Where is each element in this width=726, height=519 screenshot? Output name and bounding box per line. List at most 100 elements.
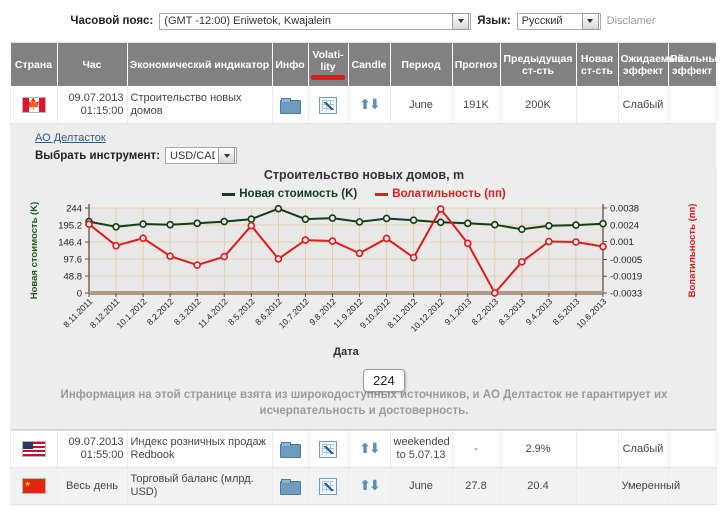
cell-volatility[interactable] bbox=[307, 467, 349, 505]
cell-candle[interactable]: ⬆⬇ bbox=[347, 431, 391, 468]
flag-canada-icon: 🍁 bbox=[21, 97, 46, 113]
col-country[interactable]: Страна bbox=[9, 42, 58, 87]
cell-time: 09.07.2013 01:15:00 bbox=[56, 86, 128, 124]
language-select[interactable]: Русский bbox=[516, 12, 601, 30]
table-row[interactable]: 🍁 09.07.2013 01:15:00 Строительство новы… bbox=[9, 86, 717, 124]
col-volatility[interactable]: Volati- lity bbox=[307, 42, 349, 87]
svg-text:8.2.2012: 8.2.2012 bbox=[145, 296, 176, 327]
cell-forecast: 27.8 bbox=[451, 467, 501, 505]
svg-text:195.2: 195.2 bbox=[58, 221, 82, 232]
folder-icon[interactable] bbox=[280, 441, 301, 458]
cell-country bbox=[9, 431, 58, 468]
cell-expected-effect: Слабый bbox=[617, 86, 669, 124]
instrument-select-value: USD/CAD bbox=[170, 149, 216, 162]
svg-text:0.0024: 0.0024 bbox=[610, 220, 639, 231]
col-period[interactable]: Период bbox=[389, 42, 453, 87]
bottom-gap bbox=[0, 505, 726, 511]
col-expected-effect[interactable]: Ожидаемый эффект bbox=[617, 42, 684, 87]
chart-icon[interactable] bbox=[319, 477, 337, 495]
svg-text:-0.0005: -0.0005 bbox=[610, 255, 642, 266]
col-forecast[interactable]: Прогноз bbox=[451, 42, 501, 87]
disclamer-link[interactable]: Disclamer bbox=[607, 15, 656, 27]
svg-text:Новая стоимость (K): Новая стоимость (K) bbox=[29, 202, 40, 299]
svg-text:-0.0019: -0.0019 bbox=[610, 272, 642, 283]
period-line2: to 5.07.13 bbox=[396, 449, 446, 461]
flag-china-icon: ★ bbox=[21, 478, 46, 494]
instrument-select[interactable]: USD/CAD bbox=[165, 147, 238, 164]
cell-forecast: - bbox=[451, 431, 501, 468]
folder-icon[interactable] bbox=[280, 478, 301, 495]
cell-indicator: Строительство новых домов bbox=[126, 86, 273, 124]
svg-text:9.4.2013: 9.4.2013 bbox=[524, 296, 555, 327]
svg-text:10.6.2013: 10.6.2013 bbox=[574, 296, 608, 330]
chevron-down-icon[interactable] bbox=[218, 147, 236, 164]
up-down-arrows-icon[interactable]: ⬆⬇ bbox=[359, 441, 381, 455]
economic-calendar-table: Страна Час Экономический индикатор Инфо … bbox=[9, 42, 724, 124]
folder-icon[interactable] bbox=[280, 97, 301, 114]
col-real-effect[interactable]: Реальный эффект bbox=[667, 42, 724, 87]
col-volatility-line1: Volati- bbox=[312, 49, 344, 61]
svg-text:8.2.2013: 8.2.2013 bbox=[469, 296, 500, 327]
cell-info[interactable] bbox=[271, 467, 309, 505]
col-time[interactable]: Час bbox=[56, 42, 128, 87]
chevron-down-icon[interactable] bbox=[452, 12, 470, 30]
cell-period: June bbox=[389, 467, 453, 505]
chevron-down-icon[interactable] bbox=[581, 12, 599, 30]
cell-real-effect bbox=[667, 86, 717, 124]
instrument-row: Выбрать инструмент: USD/CAD bbox=[35, 147, 715, 164]
cell-time: 09.07.2013 01:55:00 bbox=[56, 431, 128, 468]
table-header-row: Страна Час Экономический индикатор Инфо … bbox=[9, 42, 724, 87]
time-clock: 01:55:00 bbox=[80, 449, 124, 461]
cell-forecast: 191K bbox=[451, 86, 501, 124]
col-candle[interactable]: Candle bbox=[347, 42, 391, 87]
cell-info[interactable] bbox=[271, 431, 309, 468]
expanded-detail-panel: АО Делтасток Выбрать инструмент: USD/CAD… bbox=[10, 124, 717, 431]
svg-text:0.0038: 0.0038 bbox=[610, 204, 639, 215]
cell-expected-effect: Слабый bbox=[617, 431, 669, 468]
period-line1: weekended bbox=[393, 436, 450, 448]
cell-new-value bbox=[575, 431, 619, 468]
svg-text:8.3.2013: 8.3.2013 bbox=[497, 296, 528, 327]
svg-text:244: 244 bbox=[66, 204, 82, 215]
svg-text:8.5.2012: 8.5.2012 bbox=[226, 296, 257, 327]
svg-text:9.1.2013: 9.1.2013 bbox=[442, 296, 473, 327]
chart-icon[interactable] bbox=[319, 96, 337, 114]
time-clock: 01:15:00 bbox=[80, 105, 124, 117]
economic-calendar-table-continued: 09.07.2013 01:55:00 Индекс розничных про… bbox=[9, 431, 717, 505]
timezone-select-value: (GMT -12:00) Eniwetok, Kwajalein bbox=[164, 15, 331, 27]
cell-real-effect bbox=[667, 431, 717, 468]
svg-text:10.7.2012: 10.7.2012 bbox=[277, 296, 311, 330]
table-row[interactable]: 09.07.2013 01:55:00 Индекс розничных про… bbox=[9, 431, 717, 468]
cell-country: ★ bbox=[9, 467, 58, 505]
col-previous[interactable]: Предыдущая ст-сть bbox=[499, 42, 577, 87]
cell-previous: 20.4 bbox=[499, 467, 577, 505]
instrument-label: Выбрать инструмент: bbox=[35, 149, 161, 162]
up-down-arrows-icon[interactable]: ⬆⬇ bbox=[359, 97, 381, 111]
cell-info[interactable] bbox=[271, 86, 309, 124]
timezone-select[interactable]: (GMT -12:00) Eniwetok, Kwajalein bbox=[159, 12, 472, 30]
cell-indicator: Индекс розничных продаж Redbook bbox=[126, 431, 273, 468]
time-date: 09.07.2013 bbox=[68, 436, 124, 448]
chart-plot[interactable]: 244 195.2 146.4 97.6 48.8 0 0.0038 0.0024 0.001 -… bbox=[11, 168, 717, 383]
cell-candle[interactable]: ⬆⬇ bbox=[347, 86, 391, 124]
cell-period: weekended to 5.07.13 bbox=[389, 431, 453, 468]
cell-volatility[interactable] bbox=[307, 431, 349, 468]
cell-candle[interactable]: ⬆⬇ bbox=[347, 467, 391, 505]
cell-time: Весь день bbox=[56, 467, 128, 505]
cell-new-value bbox=[575, 86, 619, 124]
company-link[interactable]: АО Делтасток bbox=[35, 132, 106, 144]
col-indicator[interactable]: Экономический индикатор bbox=[126, 42, 273, 87]
cell-previous: 200K bbox=[499, 86, 577, 124]
up-down-arrows-icon[interactable]: ⬆⬇ bbox=[359, 478, 381, 492]
chart-icon[interactable] bbox=[319, 440, 337, 458]
col-new-value[interactable]: Новая ст-сть bbox=[575, 42, 619, 87]
panel-header: АО Делтасток Выбрать инструмент: USD/CAD bbox=[11, 124, 715, 168]
svg-text:11.4.2012: 11.4.2012 bbox=[196, 296, 230, 330]
cell-volatility[interactable] bbox=[307, 86, 349, 124]
volatility-underline bbox=[311, 75, 345, 80]
svg-text:0.001: 0.001 bbox=[610, 237, 634, 248]
cell-indicator: Торговый баланс (млрд. USD) bbox=[126, 467, 273, 505]
col-info[interactable]: Инфо bbox=[271, 42, 309, 87]
language-label: Язык: bbox=[477, 15, 511, 27]
table-row[interactable]: ★ Весь день Торговый баланс (млрд. USD) … bbox=[9, 467, 717, 505]
